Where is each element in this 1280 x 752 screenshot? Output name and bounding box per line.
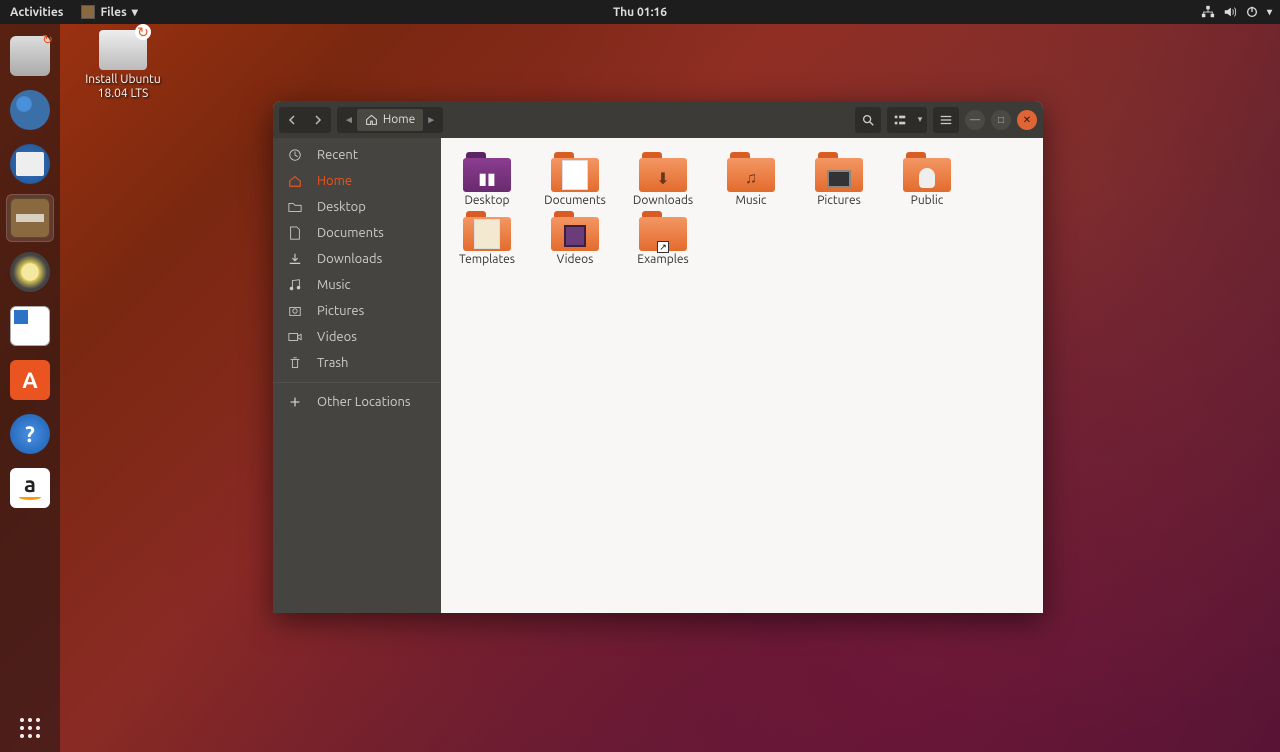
search-button[interactable] [855, 107, 881, 133]
system-tray[interactable]: ▾ [1201, 5, 1280, 19]
sidebar-item-downloads[interactable]: Downloads [273, 246, 441, 272]
sidebar-item-recent[interactable]: Recent [273, 142, 441, 168]
sidebar: Recent Home Desktop Documents Downloads … [273, 138, 441, 613]
dock: ↻ A ? a [0, 24, 60, 752]
path-label: Home [383, 113, 415, 126]
files-app-icon [81, 5, 95, 19]
desktop-install-icon[interactable]: Install Ubuntu 18.04 LTS [82, 30, 164, 101]
video-icon [287, 330, 303, 344]
dock-amazon[interactable]: a [6, 464, 54, 512]
sidebar-item-desktop[interactable]: Desktop [273, 194, 441, 220]
trash-icon [287, 356, 303, 370]
dock-thunderbird[interactable] [6, 140, 54, 188]
titlebar[interactable]: ◄ Home ► ▾ — □ ✕ [273, 101, 1043, 138]
app-menu-label: Files [100, 6, 126, 19]
clock[interactable]: Thu 01:16 [613, 6, 667, 19]
sidebar-item-home[interactable]: Home [273, 168, 441, 194]
chevron-down-icon[interactable]: ▾ [1267, 6, 1272, 18]
path-chevron-left-icon[interactable]: ◄ [341, 114, 357, 126]
files-window: ◄ Home ► ▾ — □ ✕ Recent Home Deskt [273, 101, 1043, 613]
folder-examples[interactable]: ↗Examples [623, 211, 703, 266]
sidebar-separator [273, 382, 441, 383]
path-bar[interactable]: ◄ Home ► [337, 107, 443, 133]
sidebar-item-music[interactable]: Music [273, 272, 441, 298]
home-icon [287, 174, 303, 188]
sidebar-item-trash[interactable]: Trash [273, 350, 441, 376]
home-icon [365, 113, 378, 126]
path-segment-home[interactable]: Home [357, 109, 423, 131]
hamburger-menu-button[interactable] [933, 107, 959, 133]
desktop-background[interactable]: Activities Files ▾ Thu 01:16 ▾ ↻ A ? a I… [0, 0, 1280, 752]
sidebar-item-other-locations[interactable]: Other Locations [273, 389, 441, 415]
sidebar-item-videos[interactable]: Videos [273, 324, 441, 350]
download-icon [287, 252, 303, 266]
show-applications-button[interactable] [6, 704, 54, 752]
document-icon [287, 226, 303, 240]
dock-help[interactable]: ? [6, 410, 54, 458]
activities-button[interactable]: Activities [0, 6, 73, 19]
chevron-down-icon: ▾ [132, 5, 138, 19]
folder-documents[interactable]: Documents [535, 152, 615, 207]
forward-button[interactable] [305, 107, 331, 133]
nav-buttons [279, 107, 331, 133]
install-disk-icon [99, 30, 147, 70]
close-button[interactable]: ✕ [1017, 110, 1037, 130]
music-icon [287, 278, 303, 292]
path-chevron-right-icon[interactable]: ► [423, 114, 439, 126]
app-menu[interactable]: Files ▾ [73, 5, 145, 19]
clock-icon [287, 148, 303, 162]
folder-music[interactable]: ♫Music [711, 152, 791, 207]
dock-libreoffice-writer[interactable] [6, 302, 54, 350]
dock-files[interactable] [6, 194, 54, 242]
dock-rhythmbox[interactable] [6, 248, 54, 296]
folder-pictures[interactable]: Pictures [799, 152, 879, 207]
top-panel: Activities Files ▾ Thu 01:16 ▾ [0, 0, 1280, 24]
view-dropdown-icon[interactable]: ▾ [913, 107, 927, 133]
sidebar-item-pictures[interactable]: Pictures [273, 298, 441, 324]
folder-videos[interactable]: Videos [535, 211, 615, 266]
camera-icon [287, 304, 303, 318]
folder-downloads[interactable]: ⬇Downloads [623, 152, 703, 207]
view-list-button[interactable] [887, 107, 913, 133]
plus-icon [287, 395, 303, 409]
folder-templates[interactable]: Templates [447, 211, 527, 266]
folder-public[interactable]: Public [887, 152, 967, 207]
dock-ubuntu-software[interactable]: A [6, 356, 54, 404]
desktop-icon-label: Install Ubuntu 18.04 LTS [82, 73, 164, 101]
dock-install-ubuntu[interactable]: ↻ [6, 32, 54, 80]
dock-firefox[interactable] [6, 86, 54, 134]
back-button[interactable] [279, 107, 305, 133]
network-icon[interactable] [1201, 5, 1215, 19]
power-icon[interactable] [1245, 5, 1259, 19]
minimize-button[interactable]: — [965, 110, 985, 130]
folder-view[interactable]: ▮▮Desktop Documents ⬇Downloads ♫Music Pi… [441, 138, 1043, 613]
folder-desktop[interactable]: ▮▮Desktop [447, 152, 527, 207]
volume-icon[interactable] [1223, 5, 1237, 19]
maximize-button[interactable]: □ [991, 110, 1011, 130]
folder-icon [287, 200, 303, 214]
sidebar-item-documents[interactable]: Documents [273, 220, 441, 246]
apps-grid-icon [20, 718, 40, 738]
